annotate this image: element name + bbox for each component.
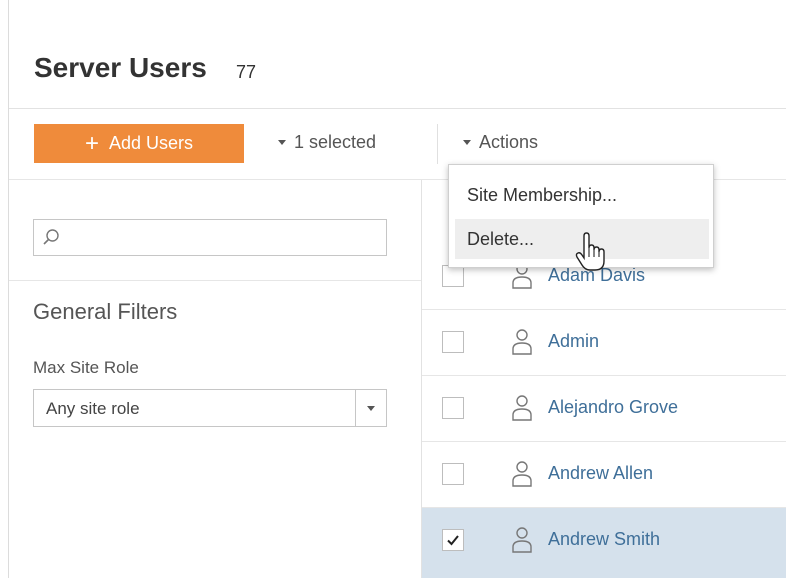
table-row[interactable]: Andrew Allen bbox=[422, 442, 786, 508]
actions-dropdown[interactable]: Actions bbox=[463, 132, 538, 153]
selected-dropdown[interactable]: 1 selected bbox=[278, 132, 376, 153]
caret-down-icon bbox=[463, 140, 471, 145]
add-users-label: Add Users bbox=[108, 133, 194, 153]
max-site-role-label: Max Site Role bbox=[33, 358, 139, 377]
toolbar-divider bbox=[437, 124, 438, 164]
user-name-link[interactable]: Andrew Allen bbox=[548, 463, 653, 484]
page-title: Server Users bbox=[34, 52, 207, 83]
user-count: 77 bbox=[236, 62, 257, 82]
row-checkbox[interactable] bbox=[442, 331, 464, 353]
table-row[interactable]: Admin bbox=[422, 310, 786, 376]
row-checkbox-checked[interactable] bbox=[442, 529, 464, 551]
max-site-role-value: Any site role bbox=[46, 399, 140, 418]
user-icon bbox=[512, 461, 532, 487]
plus-icon: + bbox=[84, 129, 99, 157]
row-checkbox[interactable] bbox=[442, 463, 464, 485]
user-name-link[interactable]: Admin bbox=[548, 331, 599, 352]
user-name-link[interactable]: Alejandro Grove bbox=[548, 397, 678, 418]
general-filters-heading: General Filters bbox=[33, 299, 178, 324]
caret-down-icon bbox=[278, 140, 286, 145]
table-row-selected[interactable]: Andrew Smith bbox=[422, 508, 786, 578]
menu-item-site-membership[interactable]: Site Membership... bbox=[455, 175, 709, 215]
table-row[interactable]: Alejandro Grove bbox=[422, 376, 786, 442]
user-icon bbox=[512, 395, 532, 421]
row-checkbox[interactable] bbox=[442, 265, 464, 287]
row-checkbox[interactable] bbox=[442, 397, 464, 419]
actions-label: Actions bbox=[479, 132, 539, 152]
add-users-button[interactable]: + Add Users bbox=[34, 124, 244, 163]
user-icon bbox=[512, 329, 532, 355]
left-border bbox=[0, 0, 9, 578]
search-icon bbox=[43, 229, 59, 245]
hand-cursor-icon bbox=[575, 232, 605, 271]
search-input[interactable] bbox=[33, 219, 387, 256]
sidebar-divider bbox=[9, 280, 421, 281]
selected-label: 1 selected bbox=[294, 132, 377, 152]
chevron-down-icon[interactable] bbox=[355, 390, 386, 426]
user-name-link[interactable]: Andrew Smith bbox=[548, 529, 660, 550]
user-icon bbox=[512, 527, 532, 553]
max-site-role-select[interactable]: Any site role bbox=[33, 389, 387, 427]
checkmark-icon bbox=[447, 535, 459, 546]
